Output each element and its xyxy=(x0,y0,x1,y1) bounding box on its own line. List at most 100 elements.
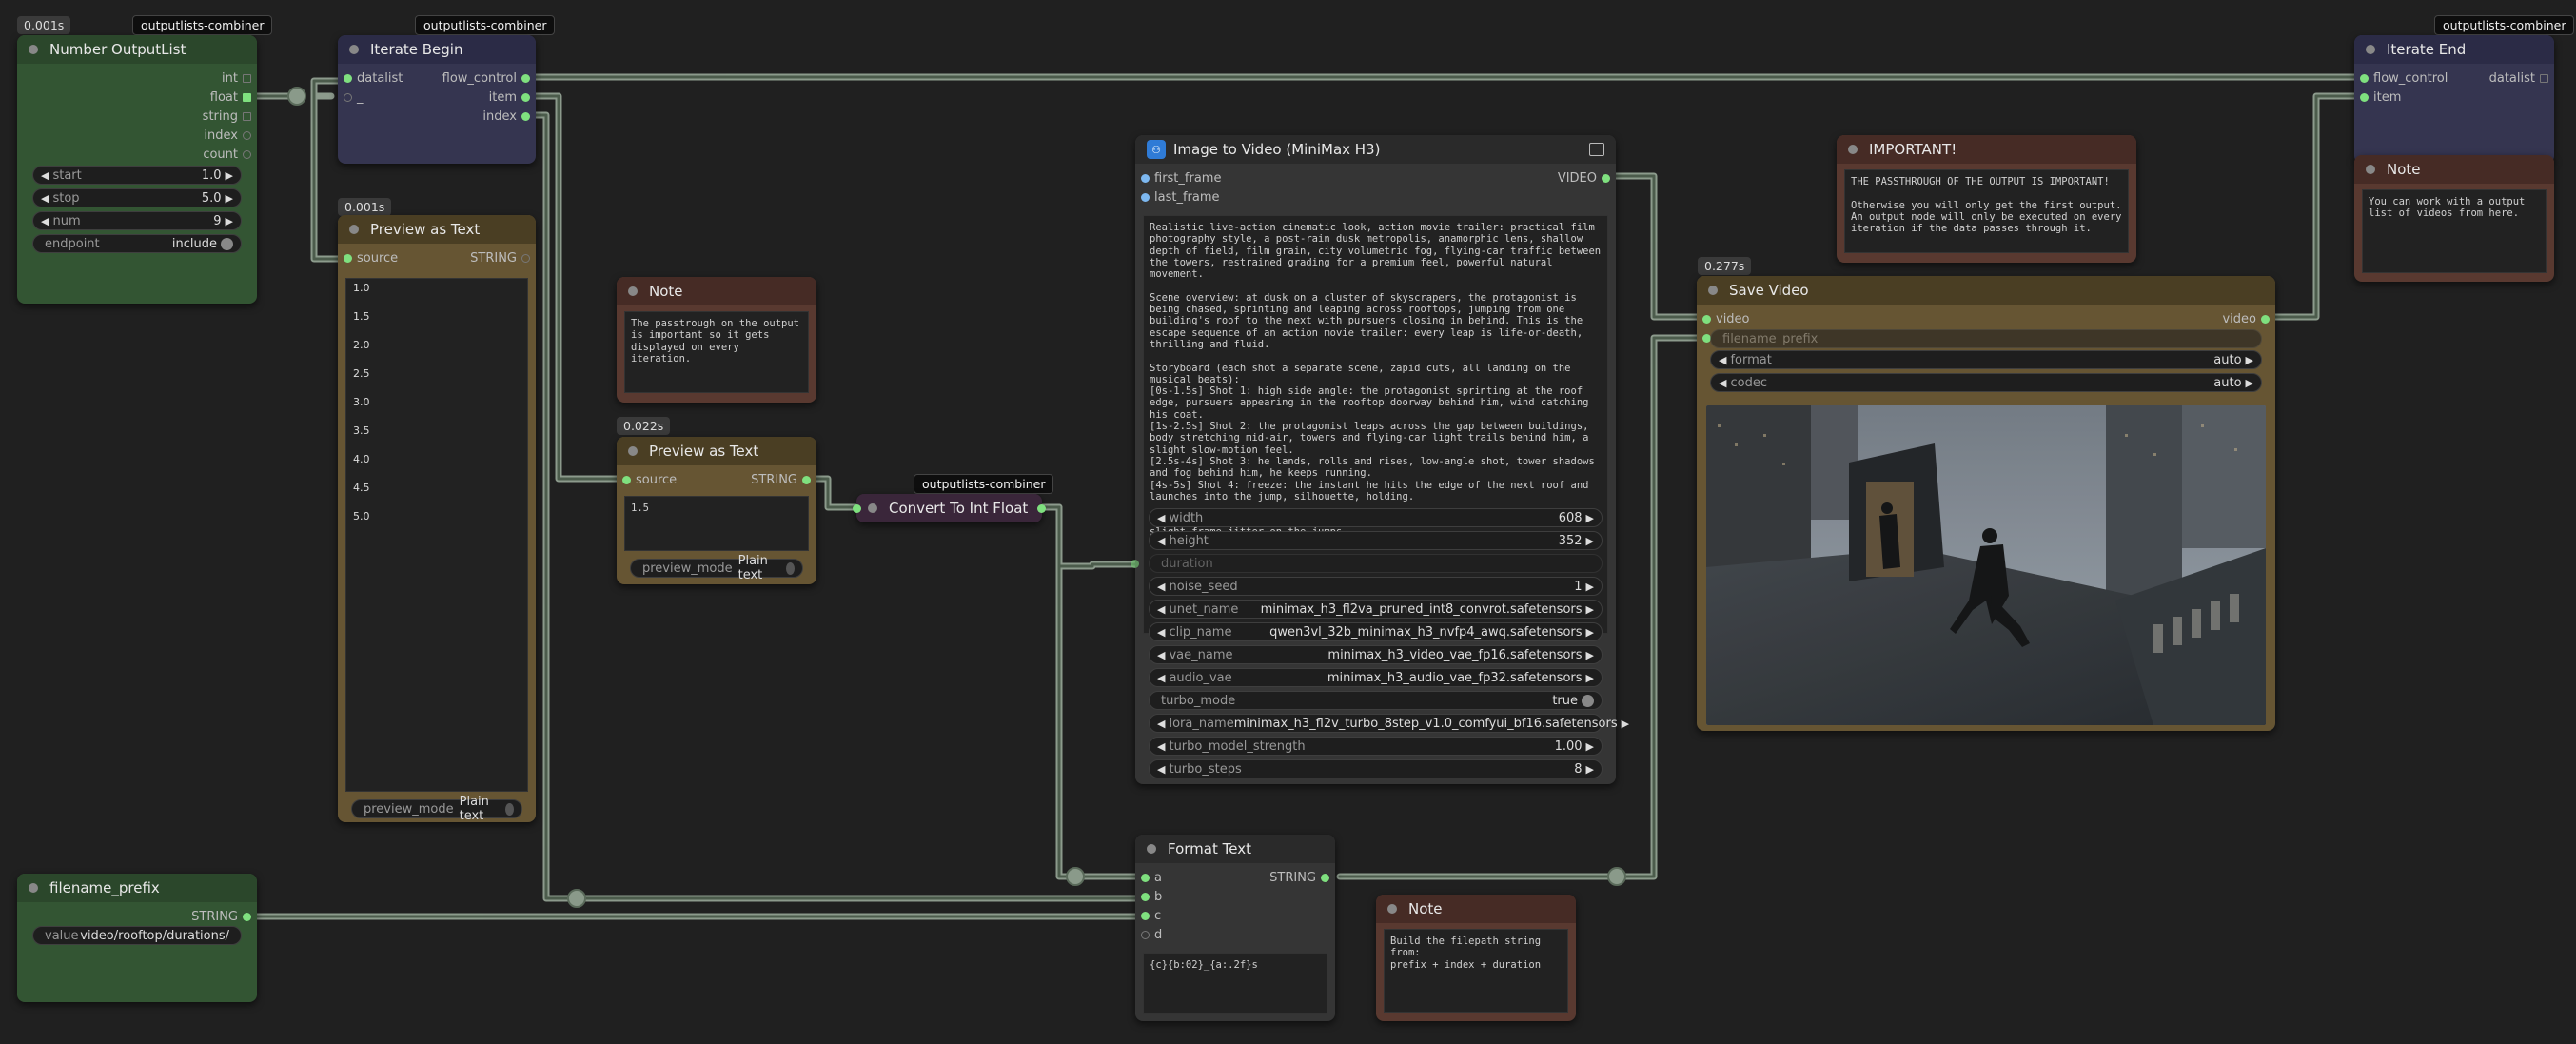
widget-turbo-steps[interactable]: ◀ turbo_steps 8 ▶ xyxy=(1149,759,1603,778)
number-outputlist-node[interactable]: Number OutputList int float string index… xyxy=(17,35,257,304)
collapse-dot[interactable] xyxy=(29,883,38,893)
filename-prefix-node[interactable]: filename_prefix STRING value video/roofto… xyxy=(17,874,257,1002)
output-slot[interactable] xyxy=(521,93,530,102)
output-slot[interactable] xyxy=(243,913,251,921)
widget-vae-name[interactable]: ◀ vae_name minimax_h3_video_vae_fp16.safet… xyxy=(1149,645,1603,664)
image-to-video-node[interactable]: ⚇ Image to Video (MiniMax H3) first_fram… xyxy=(1131,135,1629,784)
expand-icon[interactable] xyxy=(1589,143,1604,156)
widget-width[interactable]: ◀ width 608 ▶ xyxy=(1149,508,1603,527)
node-canvas[interactable]: outputlists-combiner outputlists-combine… xyxy=(0,0,2576,1044)
collapse-dot[interactable] xyxy=(628,446,638,456)
output-slot[interactable] xyxy=(243,93,251,102)
output-slot[interactable] xyxy=(2261,315,2270,324)
decrement-icon[interactable]: ◀ xyxy=(1719,354,1726,366)
decrement-icon[interactable]: ◀ xyxy=(1157,649,1165,661)
increment-icon[interactable]: ▶ xyxy=(1586,603,1594,616)
increment-icon[interactable]: ▶ xyxy=(1586,512,1594,524)
output-slot[interactable] xyxy=(521,74,530,83)
decrement-icon[interactable]: ◀ xyxy=(1157,763,1165,776)
output-slot[interactable] xyxy=(243,131,251,140)
output-slot[interactable] xyxy=(2540,74,2548,83)
decrement-icon[interactable]: ◀ xyxy=(1157,740,1165,753)
input-slot[interactable] xyxy=(344,254,352,263)
input-slot[interactable] xyxy=(344,93,352,102)
collapse-dot[interactable] xyxy=(349,45,359,54)
input-slot[interactable] xyxy=(1141,931,1150,939)
note-node[interactable]: Note You can work with a output list of … xyxy=(2354,155,2554,282)
input-slot[interactable] xyxy=(1141,893,1150,901)
preview-text-area[interactable] xyxy=(345,278,528,792)
decrement-icon[interactable]: ◀ xyxy=(1157,672,1165,684)
format-select[interactable]: ◀ format auto ▶ xyxy=(1710,350,2262,369)
decrement-icon[interactable]: ◀ xyxy=(41,192,49,205)
increment-icon[interactable]: ▶ xyxy=(2246,354,2253,366)
increment-icon[interactable]: ▶ xyxy=(226,192,233,205)
input-slot[interactable] xyxy=(1141,174,1150,183)
iterate-begin-node[interactable]: Iterate Begin datalist _ flow_control it… xyxy=(338,35,536,164)
input-slot[interactable] xyxy=(853,504,861,513)
increment-icon[interactable]: ▶ xyxy=(226,215,233,227)
format-text-node[interactable]: Format Text a b c d STRING {c}{b:02}_{a:… xyxy=(1135,835,1335,1021)
endpoint-toggle[interactable]: endpoint include xyxy=(32,234,242,253)
increment-icon[interactable]: ▶ xyxy=(226,169,233,182)
decrement-icon[interactable]: ◀ xyxy=(1157,626,1165,639)
output-slot[interactable] xyxy=(521,254,530,263)
input-slot[interactable] xyxy=(622,476,631,484)
collapse-dot[interactable] xyxy=(1708,286,1718,295)
preview-mode-toggle[interactable]: preview_mode Plain text xyxy=(351,795,522,823)
widget-turbo-mode[interactable]: turbo_mode true xyxy=(1149,691,1603,710)
increment-icon[interactable]: ▶ xyxy=(1622,718,1629,730)
output-slot[interactable] xyxy=(802,476,811,484)
decrement-icon[interactable]: ◀ xyxy=(1157,603,1165,616)
increment-icon[interactable]: ▶ xyxy=(1586,581,1594,593)
note-text[interactable]: THE PASSTHROUGH OF THE OUTPUT IS IMPORTA… xyxy=(1844,169,2129,253)
important-note-node[interactable]: IMPORTANT! THE PASSTHROUGH OF THE OUTPUT… xyxy=(1837,135,2136,263)
increment-icon[interactable]: ▶ xyxy=(1586,763,1594,776)
output-slot[interactable] xyxy=(1321,874,1329,882)
note-text[interactable]: The passtrough on the output is importan… xyxy=(624,311,809,393)
preview-as-text-node[interactable]: Preview as Text source STRING 1.5 previe… xyxy=(617,437,816,584)
preview-text-area[interactable]: 1.5 xyxy=(624,496,809,551)
decrement-icon[interactable]: ◀ xyxy=(1157,535,1165,547)
widget-height[interactable]: ◀ height 352 ▶ xyxy=(1149,531,1603,550)
output-slot[interactable] xyxy=(521,112,530,121)
output-slot[interactable] xyxy=(1602,174,1610,183)
widget-lora-name[interactable]: ◀ lora_name minimax_h3_fl2v_turbo_8step_v1… xyxy=(1149,714,1629,733)
output-slot[interactable] xyxy=(1037,504,1046,513)
increment-icon[interactable]: ▶ xyxy=(1586,535,1594,547)
filename-prefix-input[interactable]: filename_prefix xyxy=(1710,329,2262,348)
codec-select[interactable]: ◀ codec auto ▶ xyxy=(1710,373,2262,392)
convert-to-int-float-node[interactable]: Convert To Int Float xyxy=(853,494,1046,522)
decrement-icon[interactable]: ◀ xyxy=(1157,581,1165,593)
value-input[interactable]: value video/rooftop/durations/ xyxy=(32,926,242,945)
widget-audio-vae[interactable]: ◀ audio_vae minimax_h3_audio_vae_fp32.safe… xyxy=(1149,668,1603,687)
collapse-dot[interactable] xyxy=(29,45,38,54)
increment-icon[interactable]: ▶ xyxy=(2246,377,2253,389)
collapse-dot[interactable] xyxy=(1848,145,1858,154)
decrement-icon[interactable]: ◀ xyxy=(1157,512,1165,524)
iterate-end-node[interactable]: Iterate End flow_control item datalist xyxy=(2354,35,2554,164)
output-slot[interactable] xyxy=(243,150,251,159)
decrement-icon[interactable]: ◀ xyxy=(41,215,49,227)
decrement-icon[interactable]: ◀ xyxy=(1157,718,1165,730)
input-slot[interactable] xyxy=(2360,93,2369,102)
input-slot[interactable] xyxy=(1141,874,1150,882)
output-slot[interactable] xyxy=(243,74,251,83)
widget-duration[interactable]: duration xyxy=(1131,554,1603,573)
input-slot[interactable] xyxy=(344,74,352,83)
start-widget[interactable]: ◀ start 1.0 ▶ xyxy=(32,166,242,185)
note-node[interactable]: Note Build the filepath string from: pre… xyxy=(1376,895,1576,1021)
increment-icon[interactable]: ▶ xyxy=(1586,672,1594,684)
increment-icon[interactable]: ▶ xyxy=(1586,626,1594,639)
output-slot[interactable] xyxy=(243,112,251,121)
widget-noise-seed[interactable]: ◀ noise_seed 1 ▶ xyxy=(1149,577,1603,596)
collapse-dot[interactable] xyxy=(628,286,638,296)
video-preview[interactable] xyxy=(1706,405,2266,725)
note-text[interactable]: Build the filepath string from: prefix +… xyxy=(1384,929,1568,1013)
input-slot[interactable] xyxy=(1141,912,1150,920)
input-slot[interactable] xyxy=(1141,193,1150,202)
input-slot[interactable] xyxy=(1702,315,1711,324)
input-slot[interactable] xyxy=(1131,560,1139,568)
collapse-dot[interactable] xyxy=(2366,45,2375,54)
widget-clip-name[interactable]: ◀ clip_name qwen3vl_32b_minimax_h3_nvfp4_a… xyxy=(1149,622,1603,641)
